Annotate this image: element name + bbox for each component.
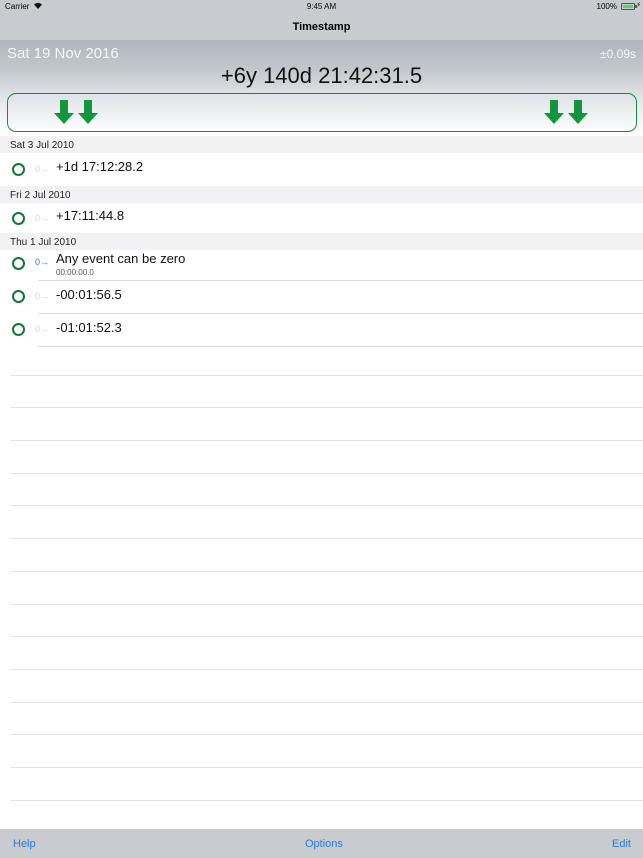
set-zero-icon[interactable]: 0→ <box>35 257 49 267</box>
empty-row <box>10 670 643 703</box>
circle-icon[interactable] <box>12 212 25 225</box>
timer-header: Sat 19 Nov 2016 ±0.09s +6y 140d 21:42:31… <box>0 40 643 135</box>
status-bar: Carrier 9:45 AM 100% ⚡ <box>0 0 643 14</box>
empty-row <box>10 408 643 442</box>
circle-icon[interactable] <box>12 290 25 303</box>
list-item[interactable]: 0→ Any event can be zero 00:00:00.0 <box>0 250 643 281</box>
set-zero-icon[interactable]: 0→ <box>35 213 49 223</box>
empty-row <box>10 572 643 605</box>
empty-row <box>10 735 643 768</box>
battery-percent: 100% <box>596 2 617 11</box>
empty-rows <box>10 343 643 801</box>
event-list: Sat 3 Jul 2010 0→ +1d 17:12:28.2 Fri 2 J… <box>0 136 643 347</box>
empty-row <box>10 441 643 474</box>
event-offset: 00:00:00.0 <box>56 268 94 277</box>
empty-row <box>10 376 643 409</box>
edit-button[interactable]: Edit <box>612 838 631 850</box>
empty-row <box>10 539 643 572</box>
empty-row <box>10 506 643 540</box>
empty-row <box>10 474 643 507</box>
empty-row <box>10 605 643 638</box>
status-time: 9:45 AM <box>306 2 337 11</box>
event-value: -00:01:56.5 <box>56 287 122 302</box>
stamp-button-right[interactable] <box>544 100 588 126</box>
bottom-toolbar: Help Options Edit <box>0 829 643 858</box>
stamp-button-left[interactable] <box>54 100 98 126</box>
event-value: +17:11:44.8 <box>56 208 125 223</box>
list-item[interactable]: 0→ +17:11:44.8 <box>0 203 643 233</box>
event-value: +1d 17:12:28.2 <box>56 159 144 174</box>
empty-row <box>10 637 643 670</box>
list-item[interactable]: 0→ +1d 17:12:28.2 <box>0 153 643 186</box>
empty-row <box>10 768 643 801</box>
circle-icon[interactable] <box>12 163 25 176</box>
precision-label: ±0.09s <box>600 47 636 61</box>
list-item[interactable]: 0→ -00:01:56.5 <box>0 281 643 314</box>
empty-row <box>10 343 643 376</box>
section-header: Fri 2 Jul 2010 <box>0 186 643 203</box>
set-zero-icon[interactable]: 0→ <box>35 324 49 334</box>
charging-icon: ⚡ <box>636 2 641 9</box>
empty-row <box>10 703 643 736</box>
set-zero-icon[interactable]: 0→ <box>35 164 49 174</box>
double-down-arrow-icon <box>544 100 588 124</box>
options-button[interactable]: Options <box>305 838 343 850</box>
navigation-bar: Timestamp <box>0 14 643 40</box>
double-down-arrow-icon <box>54 100 98 124</box>
help-button[interactable]: Help <box>13 838 36 850</box>
elapsed-time: +6y 140d 21:42:31.5 <box>220 63 423 88</box>
section-header: Sat 3 Jul 2010 <box>0 136 643 153</box>
page-title: Timestamp <box>292 21 351 33</box>
circle-icon[interactable] <box>12 323 25 336</box>
circle-icon[interactable] <box>12 257 25 270</box>
event-title: Any event can be zero <box>56 251 186 266</box>
current-date: Sat 19 Nov 2016 <box>7 45 119 62</box>
event-value: -01:01:52.3 <box>56 320 122 335</box>
set-zero-icon[interactable]: 0→ <box>35 291 49 301</box>
battery-icon <box>621 3 637 10</box>
section-header: Thu 1 Jul 2010 <box>0 233 643 250</box>
